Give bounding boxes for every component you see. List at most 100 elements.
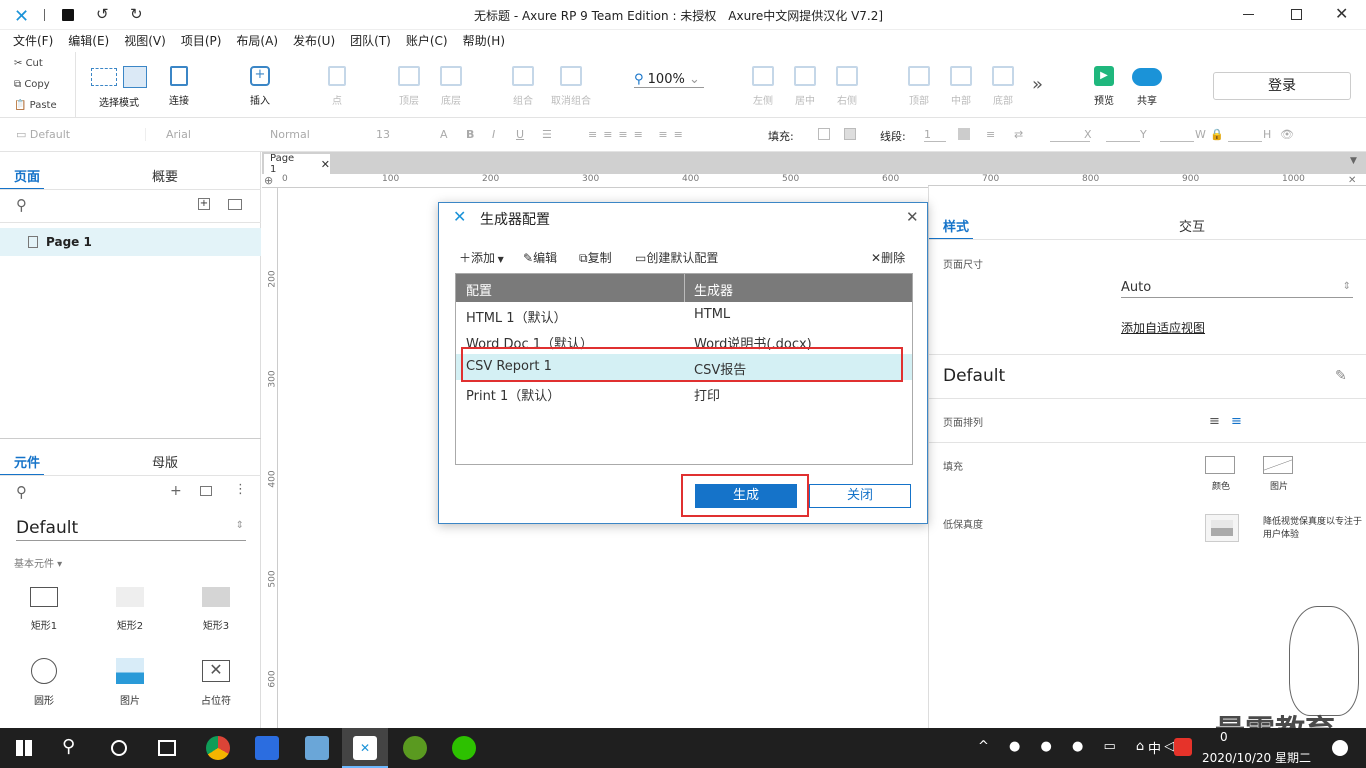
add-adaptive-view-link[interactable]: 添加自适应视图 bbox=[1121, 319, 1205, 336]
column-header-config[interactable]: 配置 bbox=[466, 280, 492, 299]
menu-publish[interactable]: 发布(U) bbox=[293, 30, 335, 52]
menu-edit[interactable]: 编辑(E) bbox=[68, 30, 109, 52]
table-row[interactable]: HTML 1（默认） HTML bbox=[456, 302, 912, 328]
redo-icon[interactable]: ↻ bbox=[130, 5, 143, 23]
panel-splitter[interactable] bbox=[0, 438, 261, 439]
list-icon[interactable]: ☰ bbox=[542, 128, 552, 141]
preview-button[interactable]: ▶ 预览 bbox=[1090, 66, 1118, 107]
close-panel-icon[interactable]: ✕ bbox=[1348, 175, 1356, 186]
login-button[interactable]: 登录 bbox=[1213, 72, 1351, 100]
maximize-button[interactable] bbox=[1291, 9, 1302, 20]
zoom-control[interactable]: ⚲ 100% ⌄ bbox=[634, 72, 704, 88]
fill-color-button[interactable]: 颜色 bbox=[1205, 456, 1237, 492]
menu-help[interactable]: 帮助(H) bbox=[463, 30, 505, 52]
tab-page-1[interactable]: Page 1 ✕ bbox=[264, 153, 330, 175]
tab-outline[interactable]: 概要 bbox=[152, 166, 178, 185]
delete-button[interactable]: ✕删除 bbox=[871, 249, 905, 266]
page-item-page-1[interactable]: Page 1 bbox=[0, 228, 261, 256]
w-input[interactable] bbox=[1160, 128, 1194, 142]
tab-widgets[interactable]: 元件 bbox=[14, 452, 40, 471]
tabs-dropdown-icon[interactable]: ▼ bbox=[1350, 156, 1357, 166]
fill-color-swatch[interactable] bbox=[818, 128, 830, 140]
library-select[interactable]: Default ⇕ bbox=[16, 518, 246, 541]
bold-icon[interactable]: B bbox=[466, 128, 474, 141]
font-select[interactable]: Arial bbox=[166, 128, 256, 141]
notepad-icon[interactable] bbox=[305, 736, 329, 760]
tab-style[interactable]: 样式 bbox=[943, 216, 969, 235]
menu-file[interactable]: 文件(F) bbox=[13, 30, 53, 52]
line-color-swatch[interactable] bbox=[958, 128, 970, 140]
more-options-icon[interactable]: ⋮ bbox=[234, 482, 247, 497]
align-text-icons[interactable]: ≡≡≡≡ ≡≡ bbox=[588, 128, 689, 141]
clock-time[interactable]: 0 bbox=[1220, 730, 1228, 744]
visibility-icon[interactable]: 👁 bbox=[1280, 128, 1294, 141]
line-style-icon[interactable]: ≡ bbox=[986, 128, 995, 141]
text-color-icon[interactable]: A bbox=[440, 128, 448, 141]
close-tab-icon[interactable]: ✕ bbox=[321, 158, 330, 171]
cortana-icon[interactable] bbox=[111, 740, 127, 756]
select-mode-button[interactable]: 选择模式 bbox=[86, 66, 152, 109]
underline-icon[interactable]: U bbox=[516, 128, 524, 141]
minimize-button[interactable] bbox=[1243, 14, 1254, 15]
copy-config-button[interactable]: ⧉复制 bbox=[579, 249, 612, 266]
send-bottom-button[interactable]: 底层 bbox=[436, 66, 466, 107]
create-default-button[interactable]: ▭创建默认配置 bbox=[635, 249, 718, 266]
ime-indicator[interactable]: 中 bbox=[1148, 738, 1161, 757]
insert-button[interactable]: + 插入 bbox=[240, 66, 280, 107]
connect-button[interactable]: 连接 bbox=[162, 66, 196, 107]
align-bottom-button[interactable]: 底部 bbox=[990, 66, 1016, 107]
sogou-icon[interactable] bbox=[1174, 738, 1192, 756]
tab-masters[interactable]: 母版 bbox=[152, 452, 178, 471]
save-icon[interactable] bbox=[62, 9, 74, 21]
paste-button[interactable]: 📋 Paste bbox=[14, 100, 57, 111]
group-button[interactable]: 组合 bbox=[508, 66, 538, 107]
chrome-icon[interactable] bbox=[206, 736, 230, 760]
column-header-generator[interactable]: 生成器 bbox=[694, 280, 733, 299]
align-left-icon[interactable]: ≡ bbox=[1209, 414, 1220, 429]
align-middle-button[interactable]: 中部 bbox=[948, 66, 974, 107]
dialog-close-button[interactable]: ✕ bbox=[906, 208, 919, 226]
fill-shadow-swatch[interactable] bbox=[844, 128, 856, 140]
page-size-select[interactable]: Auto ⇕ bbox=[1121, 280, 1353, 298]
undo-icon[interactable]: ↺ bbox=[96, 5, 109, 23]
widget-rectangle-2[interactable]: 矩形2 bbox=[100, 582, 160, 632]
copy-button[interactable]: ⧉ Copy bbox=[14, 79, 50, 90]
line-width-input[interactable]: 1 bbox=[924, 128, 946, 142]
widget-image[interactable]: 图片 bbox=[100, 656, 160, 707]
add-page-icon[interactable]: + bbox=[198, 198, 210, 210]
wps-writer-icon[interactable] bbox=[255, 736, 279, 760]
tab-interactions[interactable]: 交互 bbox=[1179, 216, 1205, 235]
align-left-button[interactable]: 左侧 bbox=[750, 66, 776, 107]
more-button[interactable]: » bbox=[1032, 74, 1043, 95]
menu-layout[interactable]: 布局(A) bbox=[236, 30, 278, 52]
align-center-button[interactable]: 居中 bbox=[792, 66, 818, 107]
low-fidelity-toggle[interactable] bbox=[1205, 514, 1239, 542]
align-top-button[interactable]: 顶部 bbox=[906, 66, 932, 107]
fill-image-button[interactable]: 图片 bbox=[1263, 456, 1295, 492]
table-row[interactable]: Print 1（默认） 打印 bbox=[456, 380, 912, 406]
search-icon[interactable]: ⚲ bbox=[16, 196, 27, 214]
search-icon[interactable]: ⚲ bbox=[62, 736, 75, 757]
align-center-icon[interactable]: ≡ bbox=[1231, 414, 1242, 429]
widget-circle[interactable]: 圆形 bbox=[14, 656, 74, 707]
style-select[interactable]: ▭ Default bbox=[16, 128, 146, 141]
wechat-icon[interactable] bbox=[452, 736, 476, 760]
menu-account[interactable]: 账户(C) bbox=[406, 30, 448, 52]
basic-widgets-header[interactable]: 基本元件 ▾ bbox=[14, 555, 62, 570]
font-weight-select[interactable]: Normal bbox=[270, 128, 360, 141]
widget-rectangle-3[interactable]: 矩形3 bbox=[186, 582, 246, 632]
lock-icon[interactable]: 🔒 bbox=[1210, 128, 1224, 141]
y-input[interactable] bbox=[1106, 128, 1140, 142]
menu-team[interactable]: 团队(T) bbox=[350, 30, 391, 52]
widget-search-icon[interactable]: ⚲ bbox=[16, 483, 27, 501]
add-folder-icon[interactable] bbox=[228, 199, 242, 210]
task-view-icon[interactable] bbox=[158, 740, 176, 756]
font-size-select[interactable]: 13 bbox=[376, 128, 416, 141]
windows-start-icon[interactable] bbox=[16, 740, 32, 756]
add-library-icon[interactable]: + bbox=[170, 483, 182, 499]
widget-placeholder[interactable]: ✕ 占位符 bbox=[186, 656, 246, 707]
close-button[interactable]: ✕ bbox=[1335, 4, 1348, 23]
h-input[interactable] bbox=[1228, 128, 1262, 142]
close-dialog-button[interactable]: 关闭 bbox=[809, 484, 911, 508]
share-button[interactable]: 共享 bbox=[1130, 66, 1164, 107]
